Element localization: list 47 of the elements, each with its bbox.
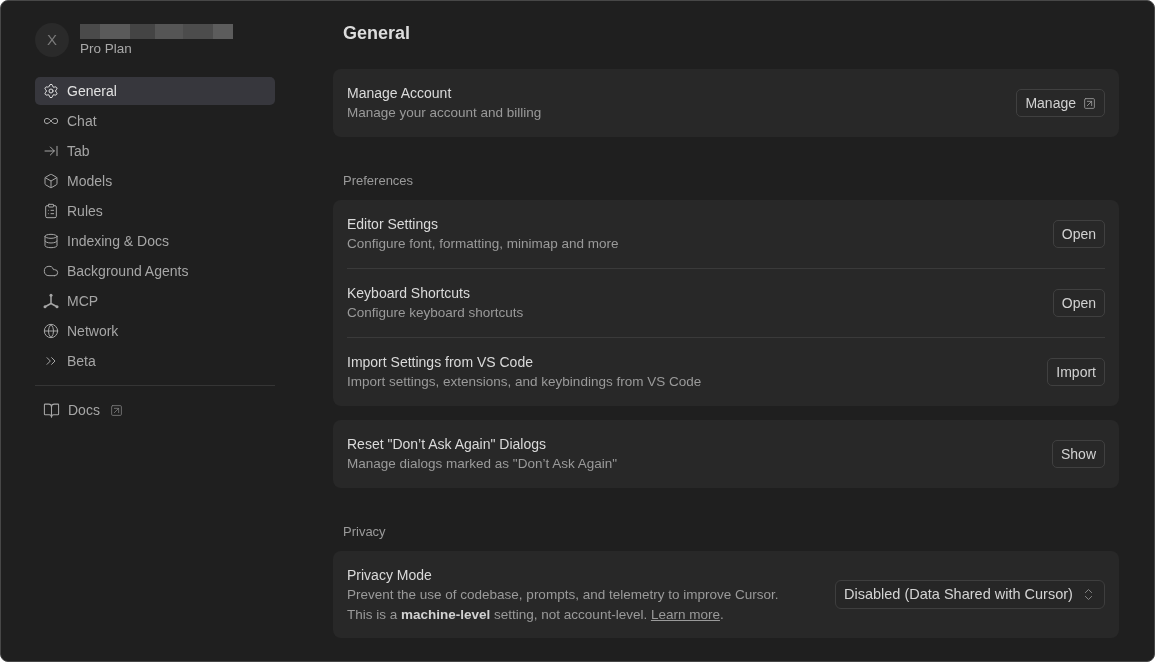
- setting-title: Privacy Mode: [347, 566, 433, 585]
- nav-item[interactable]: General: [35, 77, 275, 105]
- action-button[interactable]: Open: [1052, 289, 1105, 317]
- node-graph-icon: [43, 293, 59, 309]
- action-button[interactable]: Import: [1047, 358, 1105, 386]
- action-button[interactable]: Manage: [1016, 89, 1105, 117]
- setting-description: Configure keyboard shortcuts: [347, 304, 524, 322]
- globe-icon: [43, 323, 59, 339]
- privacy-select[interactable]: Disabled (Data Shared with Cursor): [835, 580, 1105, 609]
- arrow-to-line-icon: [43, 143, 59, 159]
- setting-title: Import Settings from VS Code: [347, 353, 534, 372]
- avatar: X: [35, 23, 69, 57]
- nav-item[interactable]: Chat: [35, 107, 275, 135]
- section-heading: Preferences: [343, 172, 415, 190]
- setting-title: Reset "Don’t Ask Again" Dialogs: [347, 435, 548, 454]
- setting-description: Manage your account and billing: [347, 104, 542, 122]
- setting-description: Manage dialogs marked as "Don’t Ask Again": [347, 455, 617, 473]
- setting-title: Keyboard Shortcuts: [347, 284, 471, 303]
- learn-more-link[interactable]: Learn more: [650, 607, 720, 622]
- nav-item[interactable]: Rules: [35, 197, 275, 225]
- setting-description: Import settings, extensions, and keybindings from VS Code: [347, 373, 702, 391]
- gear-icon: [43, 83, 59, 99]
- setting-description: Configure font, formatting, minimap and more: [347, 235, 619, 253]
- action-button[interactable]: Show: [1051, 440, 1105, 468]
- external-link-icon: [109, 403, 123, 417]
- nav-item[interactable]: Tab: [35, 137, 275, 165]
- clipboard-icon: [43, 203, 59, 219]
- docs-link[interactable]: Docs: [68, 399, 123, 421]
- section-heading: Privacy: [343, 523, 387, 541]
- cloud-icon: [43, 263, 59, 279]
- setting-title: Manage Account: [347, 84, 453, 103]
- plan-label: Pro Plan: [80, 40, 133, 58]
- setting-description: Prevent the use of codebase, prompts, and telemetry to improve Cursor.: [347, 586, 779, 604]
- setting-note: This is a machine-level setting, not account-level. Learn more.: [347, 606, 725, 624]
- page-title: General: [343, 22, 412, 45]
- nav-item[interactable]: Background Agents: [35, 257, 275, 285]
- external-link-icon: [1083, 96, 1096, 110]
- nav-item[interactable]: Models: [35, 167, 275, 195]
- database-icon: [43, 233, 59, 249]
- action-button[interactable]: Open: [1052, 220, 1105, 248]
- nav-item[interactable]: Network: [35, 317, 275, 345]
- book-icon: [43, 401, 60, 419]
- nav-item[interactable]: Indexing & Docs: [35, 227, 275, 255]
- nav-item[interactable]: Beta: [35, 347, 275, 375]
- setting-title: Editor Settings: [347, 215, 440, 234]
- nav-item[interactable]: MCP: [35, 287, 275, 315]
- cube-icon: [43, 173, 59, 189]
